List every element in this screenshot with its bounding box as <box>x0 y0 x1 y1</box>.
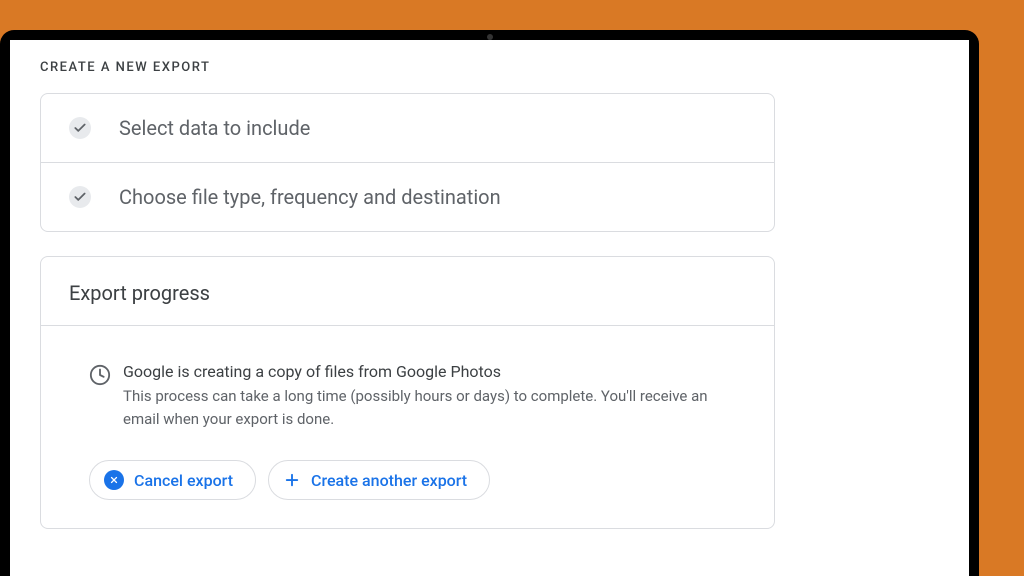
export-progress-card: Export progress Google is creating a cop… <box>40 256 775 529</box>
button-label: Create another export <box>311 471 467 490</box>
cancel-export-button[interactable]: Cancel export <box>89 460 256 500</box>
card-title: Export progress <box>69 281 746 305</box>
page-title: CREATE A NEW EXPORT <box>40 60 939 75</box>
card-header: Export progress <box>41 257 774 326</box>
laptop-frame: CREATE A NEW EXPORT Select data to inclu… <box>0 30 979 576</box>
checkmark-icon <box>69 186 91 208</box>
progress-sub-text: This process can take a long time (possi… <box>123 385 726 430</box>
step-label: Choose file type, frequency and destinat… <box>119 185 501 209</box>
step-choose-file-type[interactable]: Choose file type, frequency and destinat… <box>41 162 774 231</box>
step-select-data[interactable]: Select data to include <box>41 94 774 162</box>
completed-steps-card: Select data to include Choose file type,… <box>40 93 775 232</box>
clock-icon <box>89 364 111 386</box>
checkmark-icon <box>69 117 91 139</box>
button-label: Cancel export <box>134 471 233 490</box>
plus-icon <box>283 471 301 489</box>
progress-main-text: Google is creating a copy of files from … <box>123 362 726 381</box>
close-icon <box>104 470 124 490</box>
step-label: Select data to include <box>119 116 310 140</box>
screen: CREATE A NEW EXPORT Select data to inclu… <box>10 40 969 576</box>
camera-dot <box>487 34 493 40</box>
create-another-export-button[interactable]: Create another export <box>268 460 490 500</box>
